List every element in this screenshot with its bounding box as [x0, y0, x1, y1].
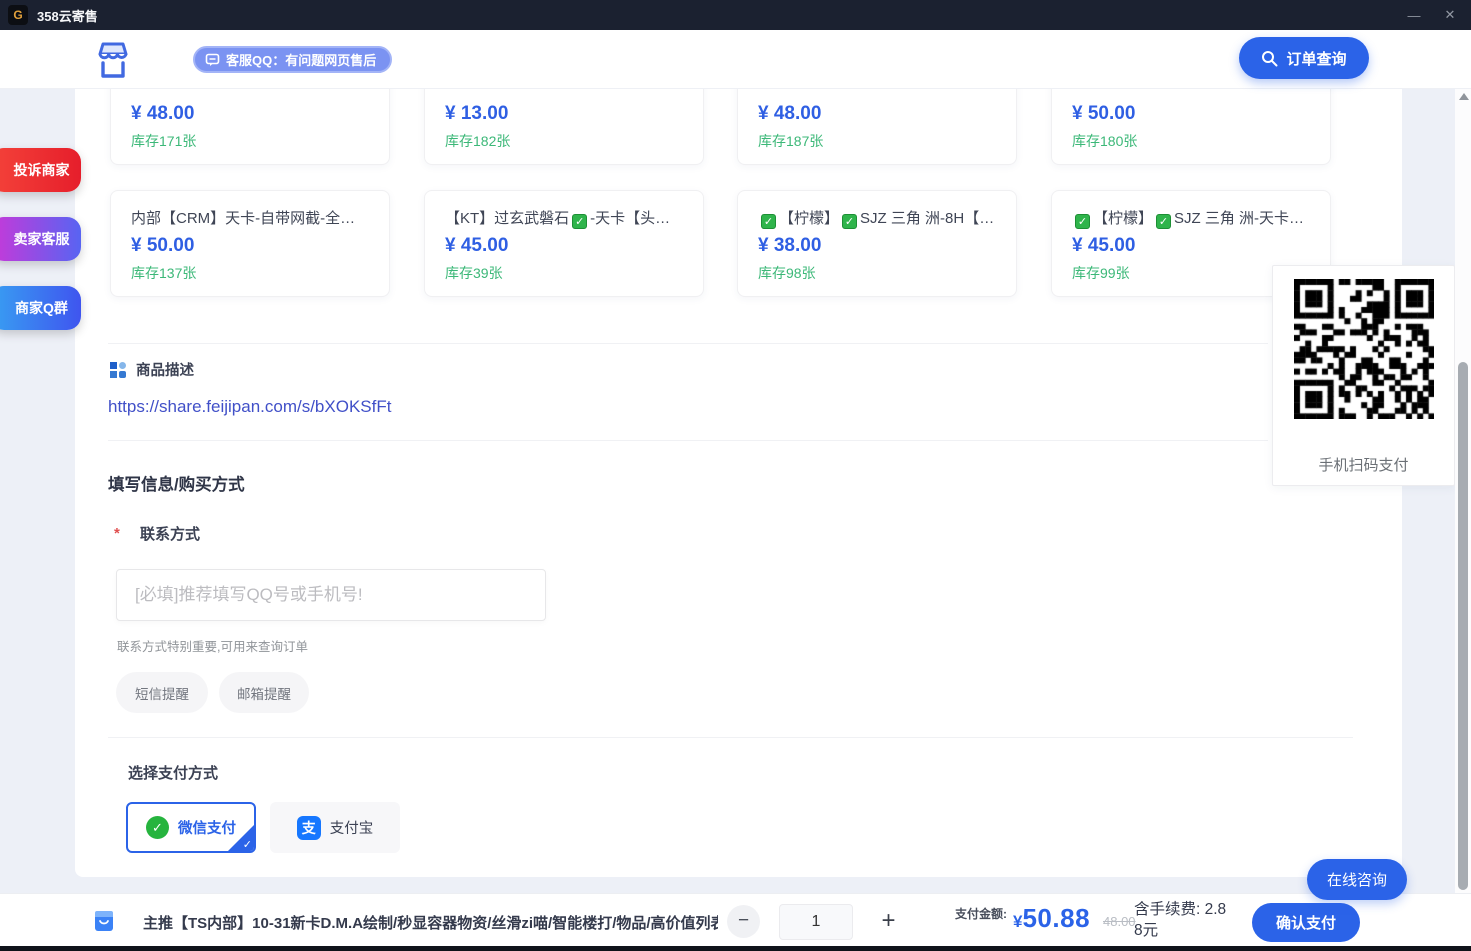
product-card[interactable]: ✓【柠檬】✓SJZ 三角 洲-8H【… ¥ 38.00 库存98张	[737, 190, 1017, 297]
description-heading: 商品描述	[136, 359, 194, 380]
fee-note: 含手续费: 2.88元	[1134, 900, 1234, 942]
product-title: ✓【柠檬】✓SJZ 三角 洲-天卡…	[1072, 207, 1310, 229]
purchase-bar: 主推【TS内部】10-31新卡D.M.A绘制/秒显容器物资/丝滑zi喵/智能楼打…	[0, 893, 1471, 946]
quantity-decrease-button[interactable]: −	[727, 905, 760, 938]
quantity-input[interactable]	[779, 904, 853, 940]
window-title: 358云寄售	[37, 6, 98, 25]
qr-code	[1294, 279, 1434, 419]
selected-check-icon: ✓	[243, 838, 252, 851]
window-bottom-edge	[0, 946, 1471, 951]
product-stock: 库存98张	[758, 263, 816, 283]
product-price: ¥ 45.00	[1072, 235, 1135, 257]
description-header: 商品描述	[110, 359, 194, 380]
wechat-pay-option[interactable]: ✓ 微信支付 ✓	[126, 802, 256, 853]
product-card[interactable]: ¥ 50.00 库存180张	[1051, 89, 1331, 165]
qr-payment-panel: 手机扫码支付	[1272, 265, 1455, 486]
divider	[108, 737, 1353, 738]
category-grid-icon	[110, 362, 126, 378]
product-price: ¥ 50.00	[1072, 103, 1135, 125]
store-logo-icon[interactable]	[90, 37, 136, 83]
divider	[108, 440, 1268, 441]
shopping-bag-icon	[92, 909, 116, 933]
site-header: 客服QQ：有问题网页售后 订单查询	[0, 30, 1471, 89]
product-card[interactable]: ¥ 48.00 库存171张	[110, 89, 390, 165]
contact-label: 联系方式	[140, 523, 200, 544]
qq-badge-label: 客服QQ：有问题网页售后	[226, 50, 376, 69]
form-section-heading: 填写信息/购买方式	[108, 471, 245, 495]
merchant-qq-group-button[interactable]: 商家Q群	[0, 286, 81, 330]
product-card[interactable]: 内部【CRM】天卡-自带网截-全… ¥ 50.00 库存137张	[110, 190, 390, 297]
product-price: ¥ 45.00	[445, 235, 508, 257]
order-query-label: 订单查询	[1286, 48, 1346, 69]
contact-hint: 联系方式特别重要,可用来查询订单	[117, 636, 308, 655]
product-price: ¥ 48.00	[758, 103, 821, 125]
amount-label: 支付金额:	[955, 906, 1009, 922]
amount-value: 50.88	[1022, 903, 1090, 933]
product-price: ¥ 48.00	[131, 103, 194, 125]
original-price: 48.00	[1103, 914, 1136, 929]
product-stock: 库存99张	[1072, 263, 1130, 283]
product-stock: 库存137张	[131, 263, 196, 283]
order-query-button[interactable]: 订单查询	[1239, 37, 1369, 79]
seller-service-button[interactable]: 卖家客服	[0, 217, 81, 261]
email-reminder-button[interactable]: 邮箱提醒	[219, 672, 309, 713]
minimize-button[interactable]: —	[1403, 8, 1425, 23]
customer-service-qq-badge[interactable]: 客服QQ：有问题网页售后	[193, 46, 392, 73]
online-chat-button[interactable]: 在线咨询	[1307, 859, 1407, 900]
payment-amount: ¥50.88	[1013, 903, 1090, 934]
alipay-option[interactable]: 支 支付宝	[270, 802, 400, 853]
quantity-increase-button[interactable]: +	[872, 904, 905, 937]
product-price: ¥ 50.00	[131, 235, 194, 257]
scroll-up-arrow-icon[interactable]	[1459, 93, 1469, 100]
close-button[interactable]: ✕	[1439, 7, 1461, 23]
divider	[108, 343, 1268, 344]
main-content-panel: ¥ 48.00 库存171张 ¥ 13.00 库存182张 ¥ 48.00 库存…	[75, 89, 1402, 877]
product-stock: 库存187张	[758, 131, 823, 151]
contact-input[interactable]	[116, 569, 546, 621]
product-stock: 库存39张	[445, 263, 503, 283]
alipay-icon: 支	[297, 816, 321, 840]
complaint-merchant-button[interactable]: 投诉商家	[0, 148, 81, 192]
confirm-payment-button[interactable]: 确认支付	[1252, 903, 1360, 942]
window-titlebar: G 358云寄售 — ✕	[0, 0, 1471, 30]
product-card[interactable]: ¥ 13.00 库存182张	[424, 89, 704, 165]
product-title: 内部【CRM】天卡-自带网截-全…	[131, 207, 369, 228]
app-icon: G	[8, 5, 28, 25]
required-asterisk: *	[114, 525, 120, 542]
product-stock: 库存171张	[131, 131, 196, 151]
product-price: ¥ 13.00	[445, 103, 508, 125]
description-link[interactable]: https://share.feijipan.com/s/bXOKSfFt	[108, 397, 391, 417]
chat-bubble-icon	[205, 53, 220, 67]
sms-reminder-button[interactable]: 短信提醒	[116, 672, 208, 713]
search-icon	[1261, 50, 1278, 67]
selected-product-title: 主推【TS内部】10-31新卡D.M.A绘制/秒显容器物资/丝滑zi喵/智能楼打…	[143, 912, 718, 933]
product-stock: 库存182张	[445, 131, 510, 151]
scrollbar-thumb[interactable]	[1458, 362, 1468, 890]
product-title: ✓【柠檬】✓SJZ 三角 洲-8H【…	[758, 207, 996, 229]
product-card[interactable]: ¥ 48.00 库存187张	[737, 89, 1017, 165]
window-controls: — ✕	[1403, 7, 1461, 23]
product-card[interactable]: 【KT】过玄武磐石✓-天卡【头… ¥ 45.00 库存39张	[424, 190, 704, 297]
scrollbar	[1455, 89, 1471, 946]
product-title: 【KT】过玄武磐石✓-天卡【头…	[445, 207, 683, 229]
wechat-icon: ✓	[146, 816, 169, 839]
product-stock: 库存180张	[1072, 131, 1137, 151]
qr-caption: 手机扫码支付	[1273, 454, 1454, 475]
payment-section-heading: 选择支付方式	[128, 762, 218, 783]
alipay-label: 支付宝	[330, 817, 374, 838]
product-price: ¥ 38.00	[758, 235, 821, 257]
